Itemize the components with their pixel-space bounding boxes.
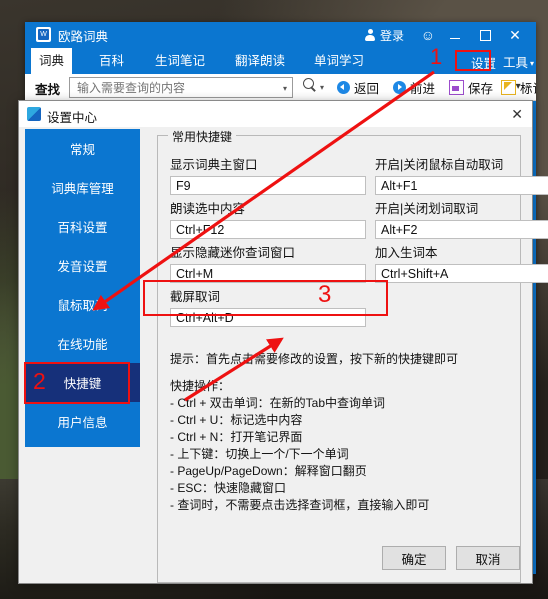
sidebar-item-encyclopedia[interactable]: 百科设置	[25, 207, 140, 246]
groupbox-legend: 常用快捷键	[168, 128, 237, 145]
save-disk-icon	[449, 79, 464, 95]
sidebar-item-mouse-lookup[interactable]: 鼠标取词	[25, 285, 140, 324]
search-combobox[interactable]: ▾	[69, 77, 293, 98]
shortcut-op-line: - Ctrl + U：标记选中内容	[170, 413, 303, 427]
sidebar-item-label: 在线功能	[57, 338, 108, 352]
sidebar-item-general[interactable]: 常规	[25, 129, 140, 168]
dialog-title: 设置中心	[47, 111, 98, 125]
shortcut-op-line: - ESC：快速隐藏窗口	[170, 481, 287, 495]
app-toolbar: 查找 ▾ ▾ 返回 前进 保存 标记 ▾ »	[25, 74, 536, 101]
toolbar-overflow-button[interactable]: ▾ »	[516, 81, 532, 92]
hotkey-input-toggle-swipe-lookup[interactable]: Alt+F2	[375, 220, 548, 239]
chevron-down-icon[interactable]: ▾	[530, 59, 534, 68]
field-label: 加入生词本	[375, 246, 438, 260]
close-icon: ✕	[509, 26, 521, 43]
dialog-close-button[interactable]: ✕	[511, 105, 523, 123]
annotation-number-3: 3	[318, 281, 332, 308]
field-label: 开启|关闭划词取词	[375, 202, 479, 216]
cancel-button[interactable]: 取消	[456, 546, 520, 570]
field-read-selection: 朗读选中内容 Ctrl+F12	[170, 198, 366, 239]
maximize-button[interactable]	[470, 22, 500, 48]
annotation-number-1: 1	[430, 44, 443, 69]
hotkey-hint-text: 提示：首先点击需要修改的设置，按下新的快捷键即可	[170, 352, 459, 366]
hotkey-input-read-selection[interactable]: Ctrl+F12	[170, 220, 366, 239]
shortcut-op-line: - 上下键：切换上一个/下一个单词	[170, 447, 349, 461]
shortcut-operations-title: 快捷操作：	[170, 379, 231, 393]
maximize-icon	[479, 29, 491, 41]
field-toggle-swipe-lookup: 开启|关闭划词取词 Alt+F2	[375, 198, 548, 239]
tools-menu-button[interactable]: 工具	[503, 52, 528, 71]
dialog-titlebar: 设置中心 ✕	[19, 101, 532, 127]
hotkey-input-show-main-window[interactable]: F9	[170, 176, 366, 195]
close-icon: ✕	[511, 106, 523, 122]
tab-word-study[interactable]: 单词学习	[306, 48, 372, 74]
search-input[interactable]	[75, 80, 274, 96]
settings-center-dialog: 设置中心 ✕ 常规 词典库管理 百科设置 发音设置 鼠标取词 在线功能 快捷键 …	[18, 100, 548, 584]
annotation-box-settings-button	[455, 50, 491, 71]
field-toggle-mini-window: 显示隐藏迷你查词窗口 Ctrl+M	[170, 242, 366, 283]
chevron-down-icon[interactable]: ▾	[283, 84, 287, 93]
sidebar-item-dictlibrary[interactable]: 词典库管理	[25, 168, 140, 207]
field-label: 开启|关闭鼠标自动取词	[375, 158, 504, 172]
forward-button[interactable]: 前进	[393, 78, 435, 96]
annotation-box-screen-capture-field	[143, 280, 388, 316]
find-label: 查找	[35, 83, 61, 97]
hotkey-input-add-to-wordbook[interactable]: Ctrl+Shift+A	[375, 264, 548, 283]
tab-vocab-notes[interactable]: 生词笔记	[147, 48, 213, 74]
tab-encyclopedia[interactable]: 百科	[91, 48, 132, 74]
hotkey-input-toggle-mouse-lookup[interactable]: Alt+F1	[375, 176, 548, 195]
sidebar-item-label: 用户信息	[57, 416, 108, 430]
app-title: 欧路词典	[58, 30, 109, 44]
back-label: 返回	[354, 81, 380, 96]
minimize-button[interactable]	[440, 22, 470, 48]
field-label: 朗读选中内容	[170, 202, 246, 216]
minimize-icon	[450, 37, 460, 39]
sidebar-item-label: 鼠标取词	[57, 299, 108, 313]
login-button[interactable]: 登录	[365, 22, 404, 48]
shortcut-op-line: - Ctrl + N：打开笔记界面	[170, 430, 303, 444]
sidebar-item-user-info[interactable]: 用户信息	[25, 402, 140, 441]
dictionary-icon: W	[36, 27, 51, 42]
common-hotkeys-groupbox: 常用快捷键 显示词典主窗口 F9 开启|关闭鼠标自动取词 Alt+F1 朗读选中…	[157, 128, 548, 583]
shortcut-operations-block: 快捷操作： - Ctrl + 双击单词：在新的Tab中查询单词 - Ctrl +…	[170, 378, 429, 514]
search-icon[interactable]	[303, 78, 317, 92]
forward-arrow-icon	[393, 80, 406, 94]
ok-button[interactable]: 确定	[382, 546, 446, 570]
field-add-to-wordbook: 加入生词本 Ctrl+Shift+A	[375, 242, 548, 283]
annotation-number-2: 2	[33, 368, 46, 394]
field-toggle-mouse-lookup: 开启|关闭鼠标自动取词 Alt+F1	[375, 154, 548, 195]
forward-label: 前进	[410, 81, 436, 96]
save-label: 保存	[468, 81, 494, 96]
sidebar-item-label: 发音设置	[57, 260, 108, 274]
shortcut-op-line: - 查词时，不需要点击选择查词框，直接输入即可	[170, 498, 430, 512]
search-options-chevron-down-icon[interactable]: ▾	[320, 83, 324, 92]
field-label: 显示词典主窗口	[170, 158, 258, 172]
settings-center-icon	[27, 107, 41, 121]
back-arrow-icon	[337, 80, 350, 94]
save-button[interactable]: 保存	[449, 78, 493, 96]
shortcut-op-line: - PageUp/PageDown：解释窗口翻页	[170, 464, 367, 478]
person-icon	[365, 29, 376, 41]
sidebar-item-label: 百科设置	[57, 221, 108, 235]
sidebar-item-label: 常规	[69, 143, 95, 157]
field-show-main-window: 显示词典主窗口 F9	[170, 154, 366, 195]
tab-translate[interactable]: 翻译朗读	[227, 48, 293, 74]
marker-icon	[501, 79, 516, 95]
search-icon-handle	[310, 86, 316, 92]
login-label: 登录	[379, 28, 404, 43]
sidebar-item-online[interactable]: 在线功能	[25, 324, 140, 363]
sidebar-item-pronunciation[interactable]: 发音设置	[25, 246, 140, 285]
shortcut-op-line: - Ctrl + 双击单词：在新的Tab中查询单词	[170, 396, 386, 410]
sidebar-item-label: 词典库管理	[51, 182, 114, 196]
app-titlebar: W 欧路词典 登录 ☺ ✕	[25, 22, 536, 48]
dialog-body: 常规 词典库管理 百科设置 发音设置 鼠标取词 在线功能 快捷键 用户信息 常用…	[19, 127, 548, 583]
close-button[interactable]: ✕	[500, 22, 530, 48]
back-button[interactable]: 返回	[337, 78, 379, 96]
field-label: 显示隐藏迷你查词窗口	[170, 246, 296, 260]
tab-dictionary[interactable]: 词典	[31, 48, 73, 74]
